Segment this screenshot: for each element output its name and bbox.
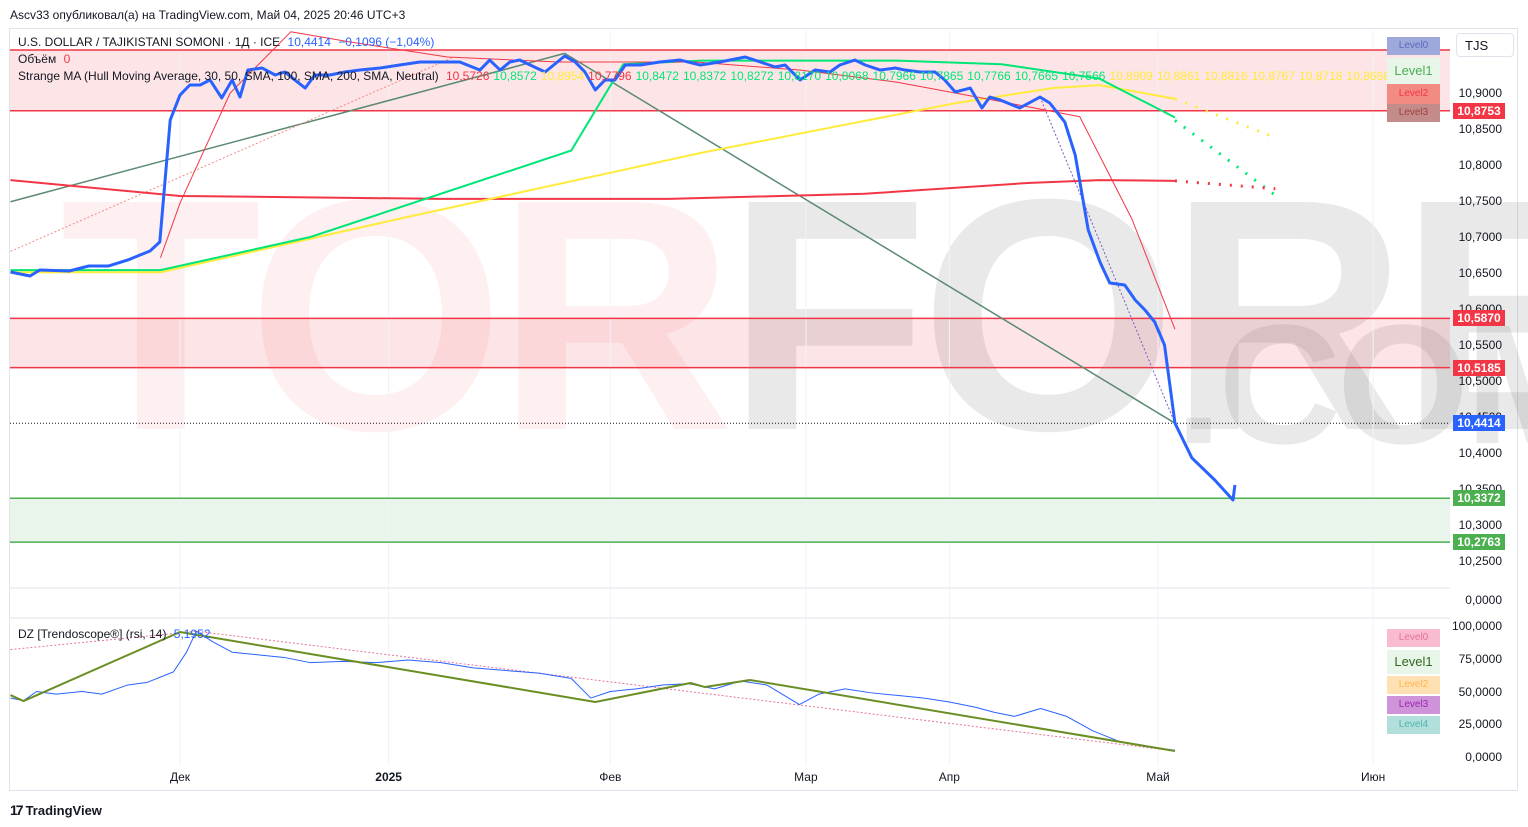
price-tag: 10,5185: [1453, 359, 1505, 376]
rsi-axis-label: 75,0000: [1458, 651, 1502, 666]
rsi-level-legend-item: Level2: [1387, 676, 1440, 694]
volume-label[interactable]: Объём: [18, 52, 56, 66]
rsi-legend: DZ [Trendoscope®] (rsi, 14) 5,1952: [18, 627, 215, 641]
price-tag: 10,3372: [1453, 490, 1505, 507]
level-legend-item: Level3: [1387, 104, 1440, 122]
level-legend-item: Level1: [1387, 58, 1440, 84]
ma-value: 10,8472: [635, 69, 679, 83]
time-axis-label: Фев: [599, 770, 622, 784]
ma-value: 10,8954: [540, 69, 585, 83]
tradingview-footer[interactable]: 17 TradingView: [10, 802, 102, 818]
tradingview-logo-icon: 17: [10, 802, 24, 818]
ma-value: 10,8909: [1109, 69, 1153, 83]
price-axis-label: 10,6500: [1458, 266, 1502, 280]
symbol-legend: U.S. DOLLAR / TAJIKISTANI SOMONI · 1Д · …: [18, 35, 438, 49]
time-axis-label: 2025: [375, 770, 402, 784]
time-axis-label: Дек: [169, 770, 191, 784]
time-axis-label: Апр: [938, 770, 960, 784]
level-legend-item: Level0: [1387, 37, 1440, 55]
strange-ma-legend: Strange MA (Hull Moving Average, 30, 50,…: [18, 69, 1394, 83]
ma-value: 10,8068: [825, 69, 869, 83]
ma-value: 10,7865: [919, 69, 964, 83]
ma-value: 10,7665: [1014, 69, 1059, 83]
level-legend-item: Level2: [1387, 84, 1440, 104]
ma-value: 10,8816: [1204, 69, 1248, 83]
ma-value: 10,7766: [967, 69, 1011, 83]
time-axis-label: Мар: [794, 770, 818, 784]
ma-value: 10,8572: [493, 69, 537, 83]
price-axis-label: 10,3000: [1458, 518, 1502, 532]
rsi-zigzag-line: [10, 631, 1176, 752]
rsi-value: 5,1952: [173, 627, 211, 641]
rsi-label[interactable]: DZ [Trendoscope®] (rsi, 14): [18, 627, 166, 641]
rsi-level-legend-item: Level1: [1387, 650, 1440, 674]
rsi-line: [10, 630, 1176, 751]
time-axis-label: Май: [1146, 770, 1170, 784]
footer-brand: TradingView: [25, 802, 102, 818]
rsi-axis-label: 25,0000: [1458, 717, 1502, 732]
rsi-axis-label: 100,0000: [1451, 619, 1502, 633]
resistance-zone-mid: [10, 318, 1450, 368]
last-price: 10,4414: [287, 35, 331, 49]
price-tag: 10,2763: [1453, 534, 1505, 551]
price-tag: 10,5870: [1453, 310, 1505, 327]
ma-value: 10,8767: [1251, 69, 1296, 83]
dotted-trend: [1039, 96, 1176, 424]
ma-200-line: [10, 179, 1175, 200]
price-axis-label: 10,5500: [1458, 338, 1502, 352]
projection-green: [1174, 119, 1277, 197]
price-change: −0,1096 (−1,04%): [338, 35, 435, 49]
ma-value: 10,8861: [1156, 69, 1201, 83]
price-axis-label: 10,5000: [1458, 374, 1502, 388]
price-axis-label: 10,4000: [1458, 446, 1502, 460]
ma-value: 10,8718: [1299, 69, 1343, 83]
price-axis-label: 10,8500: [1458, 122, 1502, 136]
rsi-level-legend-item: Level3: [1387, 696, 1440, 714]
ma-value: 10,7796: [588, 69, 632, 83]
rsi-axis-label: 0,0000: [1465, 750, 1502, 764]
volume-legend: Объём 0: [18, 52, 74, 66]
ma-value: 10,5726: [446, 69, 490, 83]
price-axis-label: 10,2500: [1458, 554, 1502, 568]
ma-value: 10,8372: [682, 69, 727, 83]
price-axis-label: 0,0000: [1465, 593, 1502, 607]
price-axis-label: 10,7000: [1458, 230, 1502, 244]
price-axis-label: 10,8000: [1458, 158, 1502, 172]
volume-value: 0: [63, 52, 71, 66]
ma-value: 10,8668: [1346, 69, 1390, 83]
time-axis-label: Июн: [1361, 770, 1386, 784]
rsi-level-legend-item: Level4: [1387, 716, 1440, 734]
projection-red: [1174, 179, 1276, 191]
ma-value: 10,8272: [730, 69, 774, 83]
price-axis-label: 10,7500: [1458, 194, 1502, 208]
rsi-level-legend-item: Level0: [1387, 629, 1440, 647]
ma-value: 10,8170: [777, 69, 822, 83]
chart-canvas[interactable]: [0, 0, 1528, 827]
symbol-title[interactable]: U.S. DOLLAR / TAJIKISTANI SOMONI · 1Д · …: [18, 35, 280, 49]
strange-ma-label[interactable]: Strange MA (Hull Moving Average, 30, 50,…: [18, 69, 439, 83]
price-tag: 10,4414: [1453, 415, 1505, 432]
price-line: [10, 54, 1237, 502]
rsi-dotted-trend: [10, 630, 1176, 752]
ma-value: 10,7566: [1062, 69, 1106, 83]
rsi-axis-label: 50,0000: [1458, 684, 1502, 699]
currency-button[interactable]: TJS: [1456, 33, 1514, 57]
price-tag: 10,8753: [1453, 102, 1505, 119]
support-zone: [10, 498, 1450, 543]
ma-value: 10,7966: [872, 69, 916, 83]
price-axis-label: 10,9000: [1458, 86, 1502, 100]
